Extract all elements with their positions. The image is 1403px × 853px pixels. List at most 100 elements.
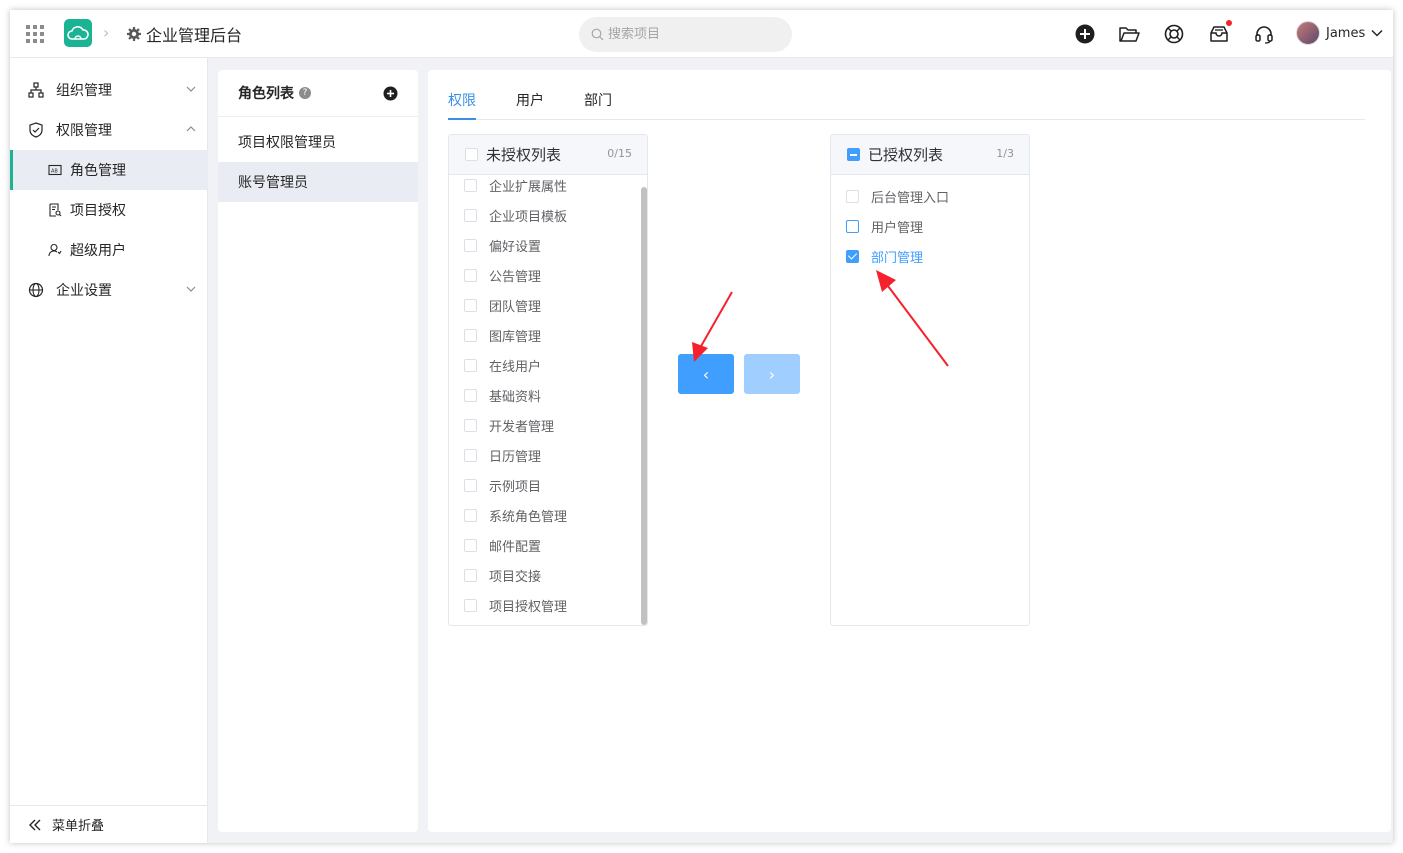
sidebar-item-project-auth[interactable]: 项目授权 xyxy=(10,190,208,230)
user-name: James xyxy=(1326,25,1366,41)
item-checkbox[interactable] xyxy=(464,568,477,582)
id-card-icon: AB xyxy=(48,164,62,176)
role-item[interactable]: 项目权限管理员 xyxy=(218,122,418,162)
role-item-label: 项目权限管理员 xyxy=(238,135,336,151)
collapse-menu-button[interactable]: 菜单折叠 xyxy=(10,805,208,843)
list-item-label: 后台管理入口 xyxy=(871,190,950,206)
search-input[interactable] xyxy=(608,27,768,42)
list-item[interactable]: 系统角色管理 xyxy=(449,500,647,530)
item-checkbox[interactable] xyxy=(846,219,859,233)
list-item-label: 公告管理 xyxy=(489,269,542,285)
inbox-icon[interactable] xyxy=(1208,23,1230,45)
item-checkbox[interactable] xyxy=(464,268,477,282)
shield-icon xyxy=(29,122,43,138)
list-item-label: 偏好设置 xyxy=(489,239,542,255)
tab-users[interactable]: 用户 xyxy=(516,90,544,120)
role-item[interactable]: 账号管理员 xyxy=(218,162,418,202)
authorized-count: 1/3 xyxy=(996,147,1014,160)
avatar[interactable] xyxy=(1296,21,1320,45)
tab-departments[interactable]: 部门 xyxy=(584,90,612,120)
move-to-right-button[interactable]: › xyxy=(744,354,800,394)
add-role-icon[interactable] xyxy=(383,86,398,101)
collapse-menu-label: 菜单折叠 xyxy=(52,819,105,834)
authorized-list-title: 已授权列表 xyxy=(868,146,944,164)
list-item[interactable]: 项目交接 xyxy=(449,560,647,590)
add-circle-icon[interactable] xyxy=(1074,23,1096,45)
list-item[interactable]: 项目授权管理 xyxy=(449,590,647,620)
page-title: 企业管理后台 xyxy=(146,26,243,45)
item-checkbox[interactable] xyxy=(464,358,477,372)
list-item-label: 示例项目 xyxy=(489,479,542,495)
org-chart-icon xyxy=(28,82,44,98)
list-item[interactable]: 图库管理 xyxy=(449,320,647,350)
item-checkbox[interactable] xyxy=(464,238,477,252)
chevron-down-icon xyxy=(186,286,196,292)
list-item[interactable]: 开发者管理 xyxy=(449,410,647,440)
list-item[interactable]: 后台管理入口 xyxy=(831,181,1029,211)
item-checkbox[interactable] xyxy=(464,508,477,522)
role-list-panel: 角色列表 ? 项目权限管理员 账号管理员 xyxy=(218,70,418,832)
list-item-label: 用户管理 xyxy=(871,220,924,236)
move-to-left-button[interactable]: ‹ xyxy=(678,354,734,394)
help-icon[interactable]: ? xyxy=(299,87,311,99)
cloud-logo-icon[interactable] xyxy=(64,19,92,47)
item-checkbox[interactable] xyxy=(464,598,477,612)
folder-open-icon[interactable] xyxy=(1118,23,1140,45)
select-all-authorized-checkbox[interactable] xyxy=(847,148,860,161)
scrollbar[interactable] xyxy=(641,187,647,625)
list-item[interactable]: 偏好设置 xyxy=(449,230,647,260)
list-item-label: 项目授权管理 xyxy=(489,599,568,615)
unauthorized-count: 0/15 xyxy=(607,147,632,160)
sidebar-item-label: 组织管理 xyxy=(56,83,112,99)
list-item-label: 开发者管理 xyxy=(489,419,555,435)
chevron-down-icon xyxy=(186,86,196,92)
item-checkbox[interactable] xyxy=(464,448,477,462)
sidebar-item-role-management[interactable]: AB 角色管理 xyxy=(10,150,208,190)
item-checkbox[interactable] xyxy=(464,388,477,402)
item-checkbox[interactable] xyxy=(464,298,477,312)
search-box[interactable] xyxy=(579,17,792,52)
unauthorized-list: 企业扩展属性 企业项目模板偏好设置公告管理团队管理 图库管理 在线用户 基础资料开发者管… xyxy=(449,175,647,625)
sidebar-item-label: 角色管理 xyxy=(70,163,126,179)
list-item[interactable]: 公告管理 xyxy=(449,260,647,290)
item-checkbox[interactable] xyxy=(464,478,477,492)
select-all-unauthorized-checkbox[interactable] xyxy=(465,148,478,161)
chevron-up-icon xyxy=(186,126,196,132)
double-chevron-left-icon xyxy=(29,819,41,830)
app-window: › 企业管理后台 James 组织管理 权限管理 xyxy=(10,10,1393,843)
sidebar-item-permission[interactable]: 权限管理 xyxy=(10,110,208,150)
item-checkbox[interactable] xyxy=(464,328,477,342)
list-item[interactable]: 用户管理 xyxy=(831,211,1029,241)
headset-icon[interactable] xyxy=(1253,23,1275,45)
list-item[interactable]: 部门管理 xyxy=(831,241,1029,271)
role-list-header: 角色列表 ? xyxy=(218,70,418,117)
document-key-icon xyxy=(49,203,62,217)
item-checkbox[interactable] xyxy=(846,249,859,263)
list-item[interactable]: 示例项目 xyxy=(449,470,647,500)
main-content: 权限 用户 部门 未授权列表 0/15 企业扩展属性 企业项目模板 偏好设置 公告管理… xyxy=(428,70,1391,832)
user-menu[interactable]: James xyxy=(1296,21,1383,45)
list-item[interactable]: 日历管理 xyxy=(449,440,647,470)
list-item[interactable]: 企业项目模板 xyxy=(449,200,647,230)
list-item-label: 邮件配置 xyxy=(489,539,542,555)
app-grid-icon[interactable] xyxy=(26,25,44,43)
sidebar-item-enterprise-settings[interactable]: 企业设置 xyxy=(10,270,208,310)
item-checkbox[interactable] xyxy=(464,178,477,192)
list-item[interactable]: 基础资料 xyxy=(449,380,647,410)
list-item[interactable]: 邮件配置 xyxy=(449,530,647,560)
gear-icon xyxy=(127,27,141,41)
sidebar-item-org[interactable]: 组织管理 xyxy=(10,70,208,110)
item-checkbox[interactable] xyxy=(464,538,477,552)
tab-permission[interactable]: 权限 xyxy=(448,90,476,120)
list-item[interactable]: 在线用户 xyxy=(449,350,647,380)
sidebar-item-label: 企业设置 xyxy=(56,283,112,299)
list-item-label: 系统角色管理 xyxy=(489,509,568,525)
sidebar-item-label: 超级用户 xyxy=(70,243,126,259)
sidebar-item-super-user[interactable]: 超级用户 xyxy=(10,230,208,270)
list-item[interactable]: 团队管理 xyxy=(449,290,647,320)
item-checkbox[interactable] xyxy=(464,208,477,222)
lifebuoy-icon[interactable] xyxy=(1163,23,1185,45)
item-checkbox[interactable] xyxy=(464,418,477,432)
list-item[interactable]: 企业扩展属性 xyxy=(449,175,647,200)
item-checkbox[interactable] xyxy=(846,189,859,203)
